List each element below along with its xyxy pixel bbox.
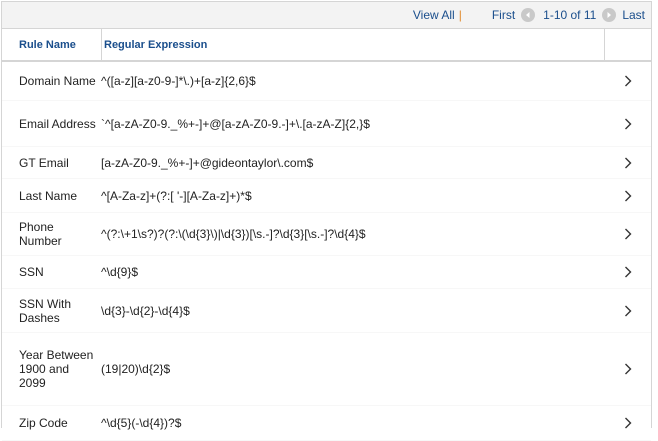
regex-cell: \d{3}-\d{2}-\d{4}$ — [101, 303, 190, 318]
table-row[interactable]: SSN ^\d{9}$ — [2, 256, 651, 289]
chevron-right-icon[interactable] — [605, 190, 651, 202]
regex-cell: ^[A-Za-z]+(?:[ '-][A-Za-z]+)*$ — [101, 188, 252, 203]
regex-cell: `^[a-zA-Z0-9._%+-]+@[a-zA-Z0-9.-]+\.[a-z… — [101, 116, 370, 131]
rule-name-cell: Email Address — [19, 116, 96, 131]
arrow-left-icon[interactable] — [521, 8, 536, 22]
regex-cell: ^(?:\+1\s?)?(?:\(\d{3}\)|\d{3})[\s.-]?\d… — [101, 227, 366, 241]
table-row[interactable]: Email Address `^[a-zA-Z0-9._%+-]+@[a-zA-… — [2, 101, 651, 147]
chevron-right-icon[interactable] — [605, 157, 651, 169]
rule-name-cell: Last Name — [19, 188, 78, 203]
grid-header: Rule Name Regular Expression — [2, 29, 651, 62]
table-row[interactable]: SSN With Dashes \d{3}-\d{2}-\d{4}$ — [2, 289, 651, 333]
regex-cell: ^\d{9}$ — [101, 265, 139, 279]
first-page-label: First — [491, 8, 516, 22]
table-row[interactable]: Domain Name ^([a-z][a-z0-9-]*\.)+[a-z]{2… — [2, 62, 651, 101]
rule-name-cell: SSN — [19, 265, 44, 279]
rules-grid: View All | First 1-10 of 11 Last Rule Na… — [1, 1, 652, 441]
page-range-label: 1-10 of 11 — [543, 8, 597, 22]
grid-body: Domain Name ^([a-z][a-z0-9-]*\.)+[a-z]{2… — [2, 62, 651, 441]
chevron-right-icon[interactable] — [605, 228, 651, 240]
table-row[interactable]: Year Between 1900 and 2099 (19|20)\d{2}$ — [2, 333, 651, 406]
regex-cell: [a-zA-Z0-9._%+-]+@gideontaylor\.com$ — [101, 155, 314, 170]
chevron-right-icon[interactable] — [605, 363, 651, 375]
rule-name-cell: SSN With Dashes — [19, 296, 72, 325]
chevron-right-icon[interactable] — [605, 75, 651, 87]
grid-navigation-bar: View All | First 1-10 of 11 Last — [2, 2, 651, 29]
table-row[interactable]: Phone Number ^(?:\+1\s?)?(?:\(\d{3}\)|\d… — [2, 213, 651, 256]
rule-name-cell: GT Email — [19, 155, 69, 170]
rule-name-cell: Year Between 1900 and 2099 — [19, 348, 94, 390]
table-row[interactable]: Zip Code ^\d{5}(-\d{4})?$ — [2, 406, 651, 441]
chevron-right-icon[interactable] — [605, 417, 651, 429]
arrow-right-icon[interactable] — [602, 8, 617, 22]
table-row[interactable]: GT Email [a-zA-Z0-9._%+-]+@gideontaylor\… — [2, 147, 651, 179]
column-header-regex[interactable]: Regular Expression — [102, 29, 605, 60]
last-page-link[interactable]: Last — [622, 8, 645, 22]
column-header-rule-name[interactable]: Rule Name — [1, 29, 102, 60]
column-header-action — [605, 29, 651, 60]
chevron-right-icon[interactable] — [605, 305, 651, 317]
chevron-right-icon[interactable] — [605, 118, 651, 130]
regex-cell: ^([a-z][a-z0-9-]*\.)+[a-z]{2,6}$ — [101, 74, 256, 88]
rule-name-cell: Phone Number — [19, 220, 62, 248]
table-row[interactable]: Last Name ^[A-Za-z]+(?:[ '-][A-Za-z]+)*$ — [2, 179, 651, 213]
rule-name-cell: Domain Name — [19, 74, 96, 88]
chevron-right-icon[interactable] — [605, 266, 651, 278]
regex-cell: (19|20)\d{2}$ — [101, 362, 171, 376]
nav-separator: | — [458, 8, 462, 22]
view-all-link[interactable]: View All — [413, 8, 455, 22]
